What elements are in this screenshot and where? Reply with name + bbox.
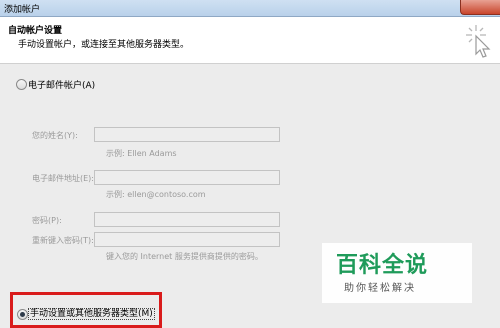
email-account-radio[interactable] [16,79,27,90]
password-label: 密码(P): [32,216,62,225]
watermark-logo: 百科全说 [336,253,429,278]
title-bar: 添加帐户 [0,0,500,17]
password-hint: 键入您的 Internet 服务提供商提供的密码。 [106,252,263,261]
manual-setup-label: 手动设置或其他服务器类型(M) [28,308,155,320]
email-account-label: 电子邮件帐户(A) [28,81,96,91]
email-hint: 示例: ellen@contoso.com [106,190,206,199]
page-subtitle: 手动设置帐户，或连接至其他服务器类型。 [18,40,190,50]
wizard-header: 自动帐户设置 手动设置帐户，或连接至其他服务器类型。 [0,17,500,64]
wizard-wand-icon [466,25,491,58]
manual-setup-radio[interactable] [17,309,28,320]
name-label: 您的姓名(Y): [32,131,78,140]
retype-password-label: 重新键入密码(T): [32,236,94,245]
email-input[interactable] [94,170,280,185]
name-hint: 示例: Ellen Adams [106,149,177,158]
close-button[interactable] [460,0,500,15]
page-title: 自动帐户设置 [8,26,63,36]
window-title: 添加帐户 [4,5,41,15]
watermark: 百科全说 助你轻松解决 [322,243,472,303]
retype-password-input[interactable] [94,232,280,247]
name-input[interactable] [94,127,280,142]
email-label: 电子邮件地址(E): [32,174,94,183]
watermark-slogan: 助你轻松解决 [344,283,416,294]
password-input[interactable] [94,212,280,227]
